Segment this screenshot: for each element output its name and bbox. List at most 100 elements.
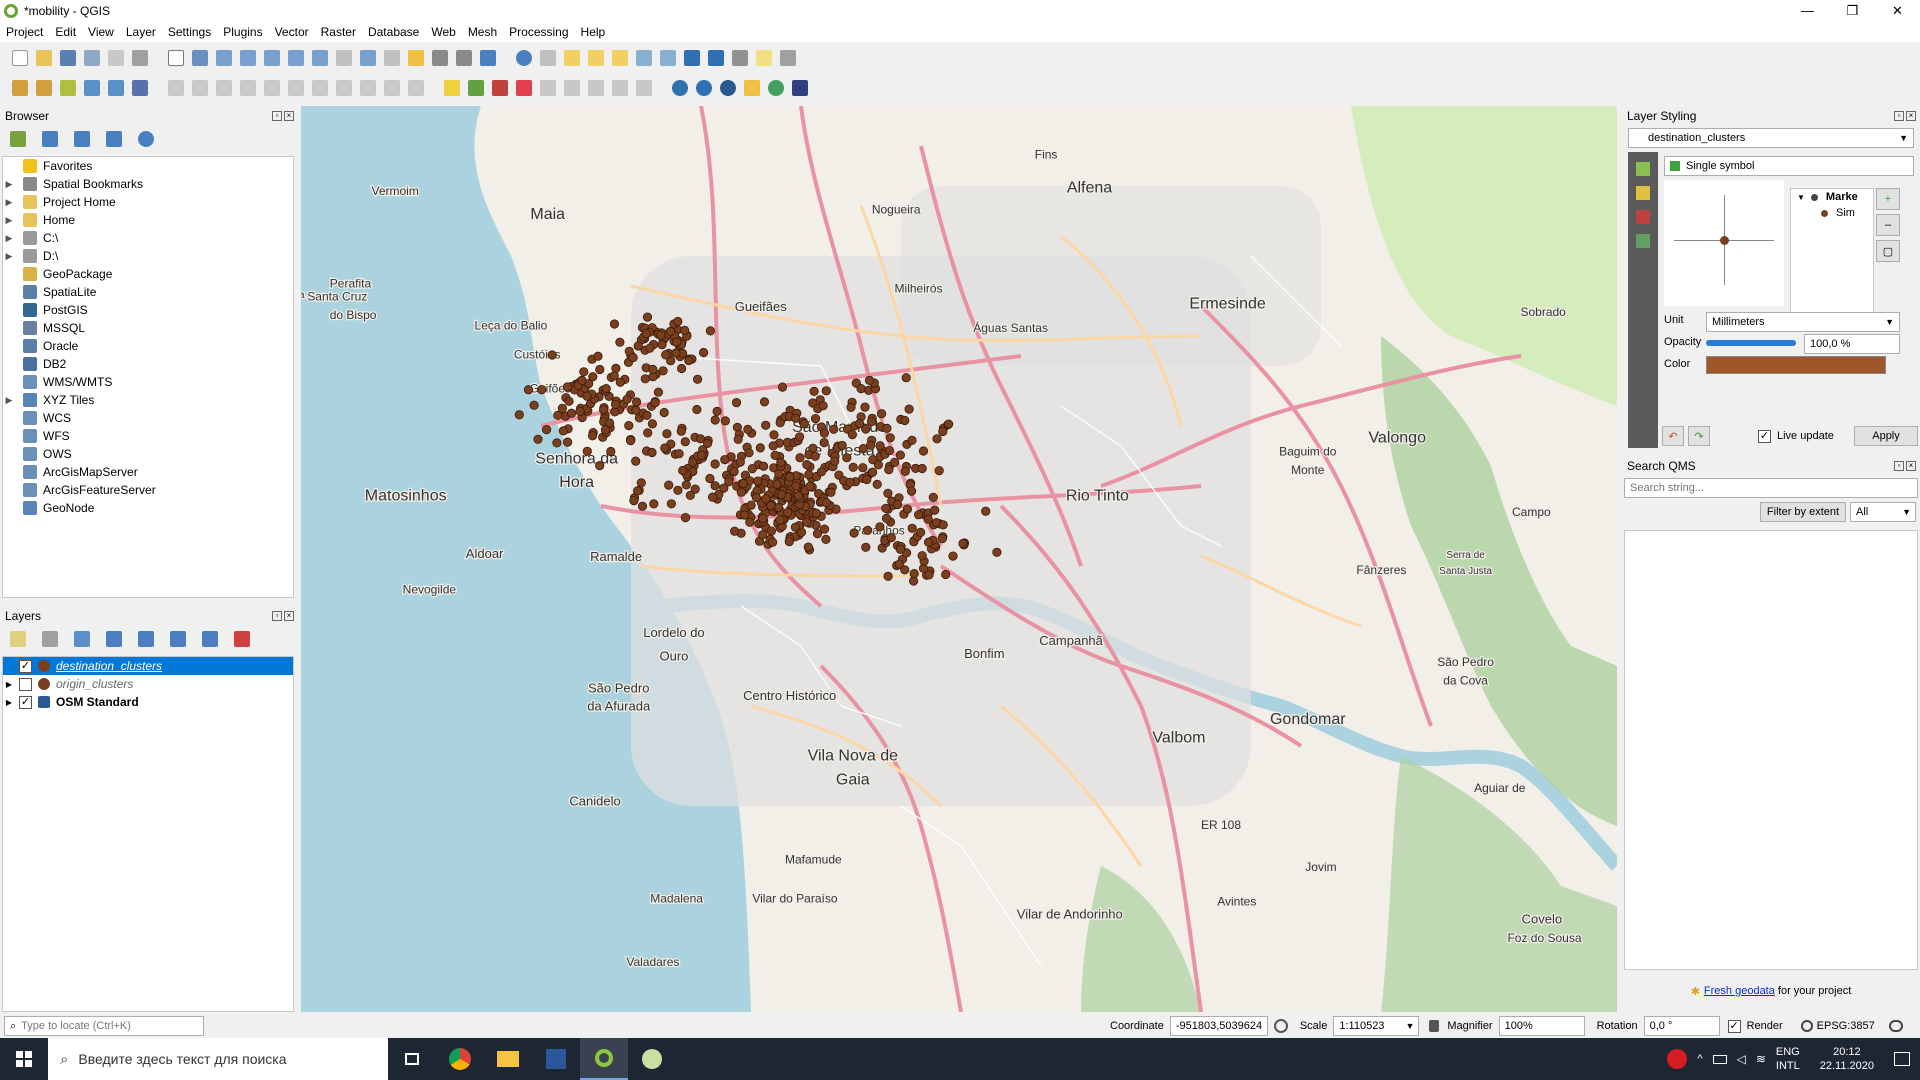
menu-settings[interactable]: Settings xyxy=(168,25,211,39)
highlight-pinned-icon[interactable] xyxy=(516,80,532,96)
unit-dropdown[interactable]: Millimeters ▼ xyxy=(1706,312,1900,332)
layer-visibility-checkbox[interactable]: ✓ xyxy=(19,659,32,673)
redo-icon[interactable] xyxy=(408,80,424,96)
browser-item[interactable]: ▶ Spatial Bookmarks xyxy=(3,175,293,193)
processing-toolbox-icon[interactable] xyxy=(684,50,700,66)
rotation-field[interactable]: 0,0 ° xyxy=(1643,1016,1720,1036)
refresh-icon[interactable] xyxy=(42,131,58,147)
identify-icon[interactable] xyxy=(516,50,532,66)
browser-item[interactable]: OWS xyxy=(3,445,293,463)
browser-item[interactable]: MSSQL xyxy=(3,319,293,337)
browser-item[interactable]: PostGIS xyxy=(3,301,293,319)
opacity-input[interactable]: 100,0 % xyxy=(1804,334,1900,354)
save-as-icon[interactable] xyxy=(84,50,100,66)
battery-icon[interactable] xyxy=(1712,1054,1727,1064)
data-source-manager-icon[interactable] xyxy=(12,80,28,96)
close-panel-button[interactable]: × xyxy=(1906,111,1916,121)
extents-toggle-icon[interactable] xyxy=(1273,1019,1288,1033)
open-project-icon[interactable] xyxy=(36,50,52,66)
new-geopackage-icon[interactable] xyxy=(36,80,52,96)
menu-project[interactable]: Project xyxy=(6,25,43,39)
word-icon[interactable] xyxy=(532,1038,580,1080)
expand-arrow-icon[interactable]: ▶ xyxy=(3,197,15,208)
current-edits-icon[interactable] xyxy=(168,80,184,96)
plugin-book-icon[interactable] xyxy=(792,80,808,96)
close-panel-button[interactable]: × xyxy=(284,611,294,621)
new-virtual-layer-icon[interactable] xyxy=(108,80,124,96)
expand-arrow-icon[interactable]: ▶ xyxy=(3,215,15,226)
browser-item[interactable]: ▶ XYZ Tiles xyxy=(3,391,293,409)
browser-item[interactable]: GeoNode xyxy=(3,499,293,517)
actions-icon[interactable] xyxy=(540,50,556,66)
new-bookmark-icon[interactable] xyxy=(432,50,448,66)
chrome-icon[interactable] xyxy=(436,1038,484,1080)
show-bookmarks-icon[interactable] xyxy=(456,50,472,66)
deselect-icon[interactable] xyxy=(612,50,628,66)
text-annotation-icon[interactable] xyxy=(780,50,796,66)
close-button[interactable]: ✕ xyxy=(1875,3,1920,19)
change-label-icon[interactable] xyxy=(636,80,652,96)
messages-icon[interactable] xyxy=(1888,1020,1903,1032)
properties-icon[interactable] xyxy=(138,131,154,147)
symbology-tab-icon[interactable] xyxy=(1636,162,1650,176)
select-by-value-icon[interactable] xyxy=(588,50,604,66)
menu-help[interactable]: Help xyxy=(581,25,606,39)
browser-item[interactable]: ▶ Project Home xyxy=(3,193,293,211)
zoom-last-icon[interactable] xyxy=(360,50,376,66)
menu-view[interactable]: View xyxy=(88,25,114,39)
labels-tab-icon[interactable] xyxy=(1636,186,1650,200)
undo-style-button[interactable]: ↶ xyxy=(1662,426,1684,446)
refresh-icon[interactable] xyxy=(480,50,496,66)
statistics-icon[interactable] xyxy=(708,50,724,66)
file-explorer-icon[interactable] xyxy=(484,1038,532,1080)
qms-search-input[interactable] xyxy=(1624,478,1918,498)
menu-mesh[interactable]: Mesh xyxy=(468,25,497,39)
task-view-icon[interactable] xyxy=(388,1038,436,1080)
opacity-slider[interactable] xyxy=(1706,340,1796,346)
diagrams-tab-icon[interactable] xyxy=(1636,234,1650,248)
close-panel-button[interactable]: × xyxy=(1906,461,1916,471)
show-hide-labels-icon[interactable] xyxy=(564,80,580,96)
chevron-up-icon[interactable]: ^ xyxy=(1697,1053,1702,1065)
zoom-next-icon[interactable] xyxy=(384,50,400,66)
qgis-taskbar-icon[interactable] xyxy=(580,1038,628,1080)
browser-item[interactable]: WFS xyxy=(3,427,293,445)
simple-marker-row[interactable]: Sim xyxy=(1791,205,1873,221)
renderer-selector[interactable]: Single symbol xyxy=(1664,156,1914,176)
redo-style-button[interactable]: ↷ xyxy=(1688,426,1710,446)
menu-database[interactable]: Database xyxy=(368,25,419,39)
collapse-all-icon[interactable] xyxy=(202,631,218,647)
attribute-table-icon[interactable] xyxy=(636,50,652,66)
render-checkbox[interactable]: ✓ xyxy=(1727,1019,1741,1033)
apply-button[interactable]: Apply xyxy=(1854,426,1918,446)
filter-by-extent-button[interactable]: Filter by extent xyxy=(1760,502,1846,522)
add-symbol-layer-button[interactable]: + xyxy=(1876,188,1900,210)
filter-legend-icon[interactable] xyxy=(106,631,122,647)
layer-item[interactable]: ✓ destination_clusters xyxy=(3,657,293,675)
zoom-layer-icon[interactable] xyxy=(312,50,328,66)
copy-features-icon[interactable] xyxy=(336,80,352,96)
windows-start-icon[interactable] xyxy=(0,1038,48,1080)
expand-arrow-icon[interactable]: ▶ xyxy=(3,395,15,406)
pan-to-selection-icon[interactable] xyxy=(192,50,208,66)
rotate-label-icon[interactable] xyxy=(612,80,628,96)
zoom-out-icon[interactable] xyxy=(240,50,256,66)
label-tool-icon[interactable] xyxy=(444,80,460,96)
qms-type-dropdown[interactable]: All ▼ xyxy=(1850,502,1916,522)
expand-arrow-icon[interactable]: ▶ xyxy=(3,233,15,244)
map-canvas[interactable]: Maia Alfena Vermoim Nogueira Fins Perafita San… xyxy=(301,106,1617,1012)
layer-item[interactable]: ▶ origin_clusters xyxy=(3,675,293,693)
pin-labels-icon[interactable] xyxy=(540,80,556,96)
float-panel-button[interactable]: ▫ xyxy=(272,111,282,121)
paste-features-icon[interactable] xyxy=(360,80,376,96)
expand-arrow-icon[interactable]: ▶ xyxy=(3,251,15,262)
browser-item[interactable]: SpatiaLite xyxy=(3,283,293,301)
lock-symbol-layer-button[interactable]: ▢ xyxy=(1876,240,1900,262)
tray-app-icon[interactable] xyxy=(1667,1049,1688,1069)
maximize-button[interactable]: ❐ xyxy=(1830,3,1875,19)
layer-item[interactable]: ▶ ✓ OSM Standard xyxy=(3,693,293,711)
remove-symbol-layer-button[interactable]: – xyxy=(1876,214,1900,236)
expand-all-icon[interactable] xyxy=(170,631,186,647)
python-console-icon[interactable] xyxy=(744,80,760,96)
masks-tab-icon[interactable] xyxy=(1636,210,1650,224)
